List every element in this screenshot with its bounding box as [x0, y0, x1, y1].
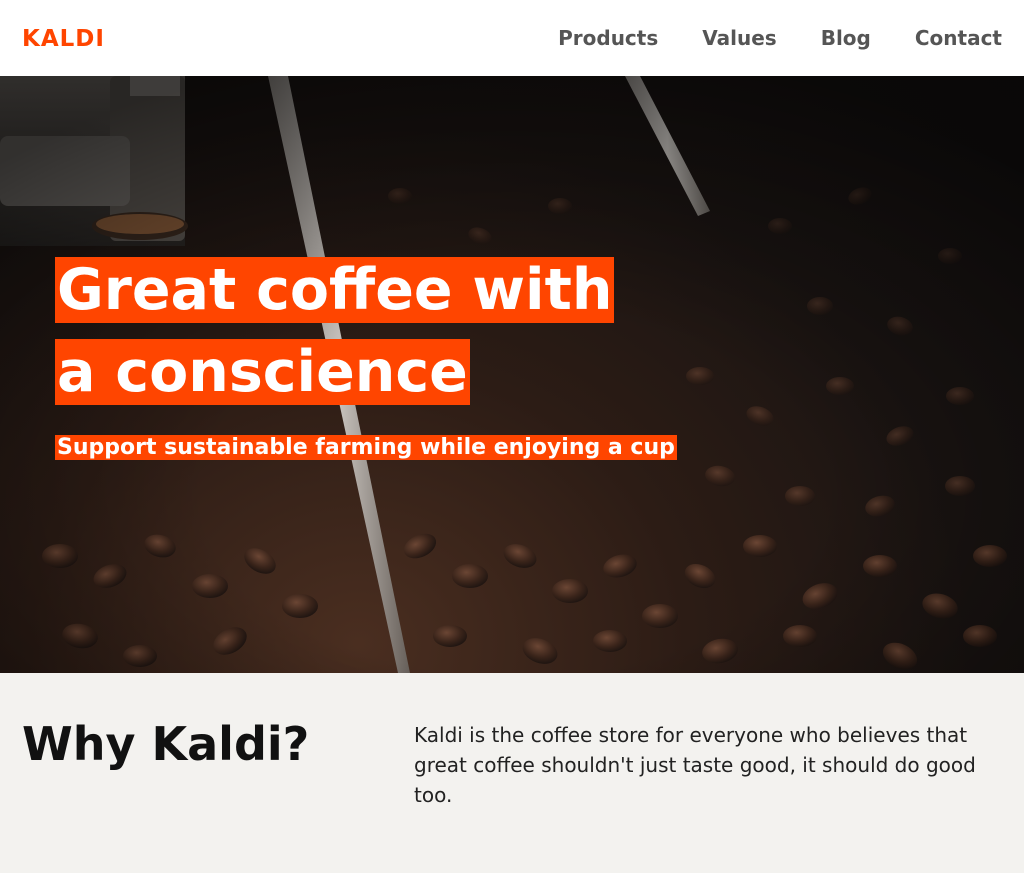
- hero-headline: Great coffee with a conscience: [55, 257, 615, 405]
- why-section: Why Kaldi? Kaldi is the coffee store for…: [0, 673, 1024, 873]
- main-nav: Products Values Blog Contact: [558, 26, 1002, 50]
- logo-link[interactable]: KALDI: [22, 26, 105, 52]
- nav-link-products[interactable]: Products: [558, 26, 658, 50]
- hero-section: Great coffee with a conscience Support s…: [0, 76, 1024, 673]
- why-body: Kaldi is the coffee store for everyone w…: [414, 723, 976, 807]
- nav-link-blog[interactable]: Blog: [821, 26, 871, 50]
- hero-subhead: Support sustainable farming while enjoyi…: [55, 435, 677, 460]
- site-header: KALDI Products Values Blog Contact: [0, 0, 1024, 76]
- nav-link-values[interactable]: Values: [702, 26, 776, 50]
- why-title: Why Kaldi?: [22, 717, 310, 771]
- hero-text: Great coffee with a conscience Support s…: [55, 249, 755, 466]
- nav-link-contact[interactable]: Contact: [915, 26, 1002, 50]
